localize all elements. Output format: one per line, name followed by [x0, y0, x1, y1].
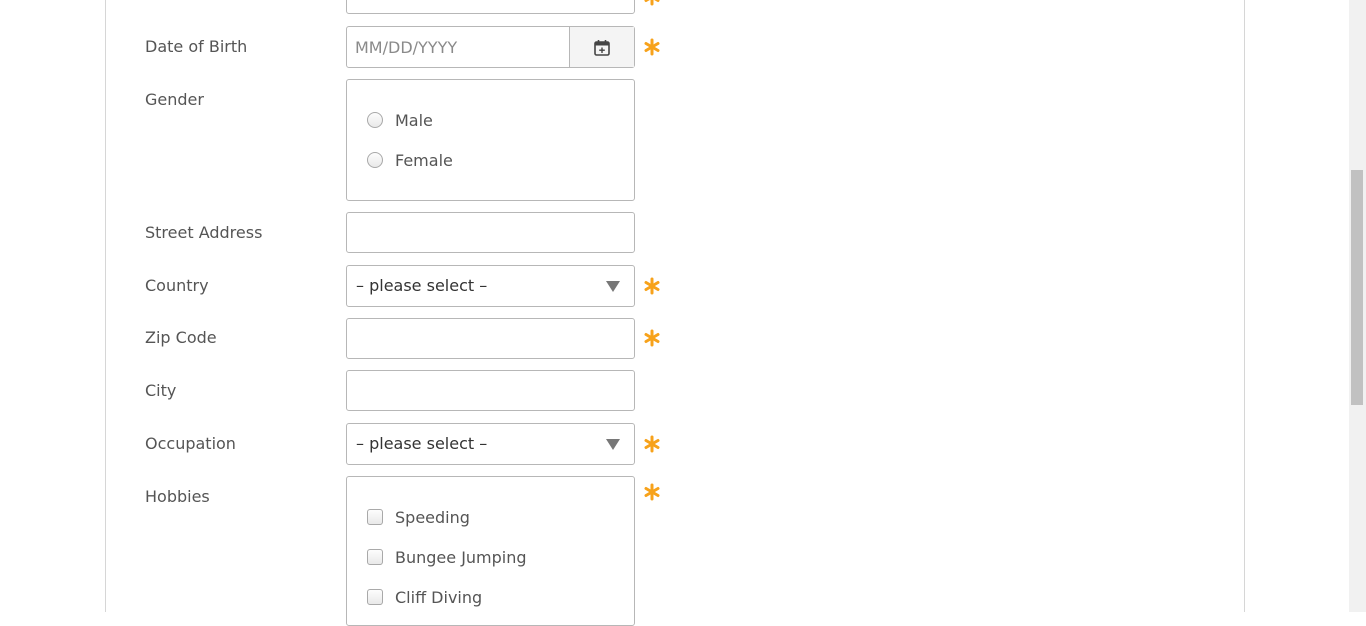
required-asterisk-icon: [644, 38, 660, 56]
hobbies-checkbox-group: Speeding Bungee Jumping Cliff Diving: [346, 476, 635, 626]
calendar-button[interactable]: [569, 27, 634, 67]
bungee-jumping-checkbox[interactable]: [367, 549, 383, 565]
speeding-checkbox[interactable]: [367, 509, 383, 525]
hobbies-label: Hobbies: [145, 487, 210, 506]
hobby-option-bungee-jumping[interactable]: Bungee Jumping: [367, 545, 527, 569]
required-asterisk-icon: [644, 0, 660, 6]
calendar-icon: [594, 39, 610, 56]
hobby-option-cliff-diving[interactable]: Cliff Diving: [367, 585, 482, 609]
gender-option-female[interactable]: Female: [367, 148, 453, 172]
cliff-diving-checkbox[interactable]: [367, 589, 383, 605]
male-label: Male: [395, 110, 433, 130]
date-of-birth-field: [346, 26, 635, 68]
gender-label: Gender: [145, 90, 204, 109]
speeding-label: Speeding: [395, 507, 470, 527]
bungee-jumping-label: Bungee Jumping: [395, 547, 527, 567]
cliff-diving-label: Cliff Diving: [395, 587, 483, 607]
zip-code-input[interactable]: [346, 318, 635, 359]
chevron-down-icon: [606, 439, 620, 450]
chevron-down-icon: [606, 281, 620, 292]
city-label: City: [145, 381, 177, 400]
scrollbar-thumb[interactable]: [1351, 170, 1363, 405]
previous-field-input[interactable]: [346, 0, 635, 14]
form-panel: [105, 0, 1245, 612]
required-asterisk-icon: [644, 277, 660, 295]
required-asterisk-icon: [644, 329, 660, 347]
date-of-birth-input[interactable]: [347, 27, 569, 67]
country-select[interactable]: – please select –: [346, 265, 635, 307]
hobby-option-speeding[interactable]: Speeding: [367, 505, 470, 529]
occupation-selected-value: – please select –: [356, 434, 488, 453]
country-label: Country: [145, 276, 209, 295]
required-asterisk-icon: [644, 435, 660, 453]
gender-radio-group: Male Female: [346, 79, 635, 201]
required-asterisk-icon: [644, 483, 660, 501]
female-radio[interactable]: [367, 152, 383, 168]
street-address-label: Street Address: [145, 223, 263, 242]
gender-option-male[interactable]: Male: [367, 108, 433, 132]
country-selected-value: – please select –: [356, 276, 488, 295]
street-address-input[interactable]: [346, 212, 635, 253]
male-radio[interactable]: [367, 112, 383, 128]
occupation-label: Occupation: [145, 434, 236, 453]
zip-code-label: Zip Code: [145, 328, 217, 347]
city-input[interactable]: [346, 370, 635, 411]
vertical-scrollbar[interactable]: [1349, 0, 1366, 612]
female-label: Female: [395, 150, 453, 170]
date-of-birth-label: Date of Birth: [145, 37, 248, 56]
occupation-select[interactable]: – please select –: [346, 423, 635, 465]
